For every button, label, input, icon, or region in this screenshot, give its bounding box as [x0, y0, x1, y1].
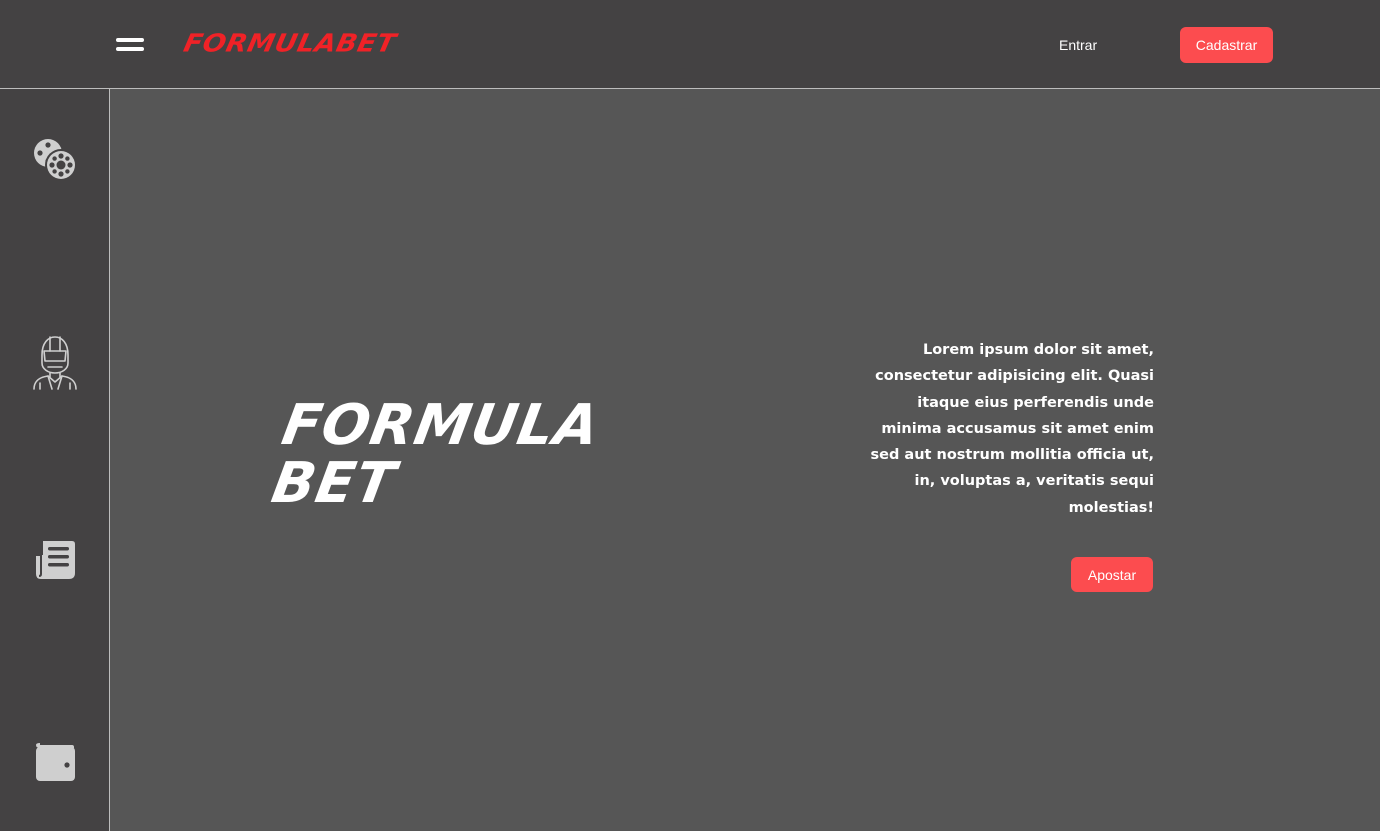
racing-driver-icon[interactable]	[28, 333, 82, 390]
brand-logo[interactable]: FORMULABET	[181, 29, 399, 58]
film-reels-icon[interactable]	[28, 133, 82, 187]
top-navbar: FORMULABET Entrar Cadastrar	[0, 0, 1380, 89]
bet-button[interactable]: Apostar	[1071, 557, 1153, 592]
hero-title-line-1: FORMULA	[277, 393, 605, 458]
login-link[interactable]: Entrar	[1059, 37, 1097, 53]
hamburger-menu-icon[interactable]	[116, 36, 144, 54]
hero-description: Lorem ipsum dolor sit amet, consectetur …	[870, 342, 1154, 516]
hero-section: FORMULA BET Lorem ipsum dolor sit amet, …	[110, 89, 1380, 831]
wallet-icon[interactable]	[28, 733, 82, 787]
newspaper-icon[interactable]	[28, 533, 82, 587]
hero-title: FORMULA BET	[267, 393, 605, 516]
hero-title-line-2: BET	[267, 451, 401, 516]
sidebar	[0, 89, 110, 831]
signup-button[interactable]: Cadastrar	[1180, 27, 1273, 63]
